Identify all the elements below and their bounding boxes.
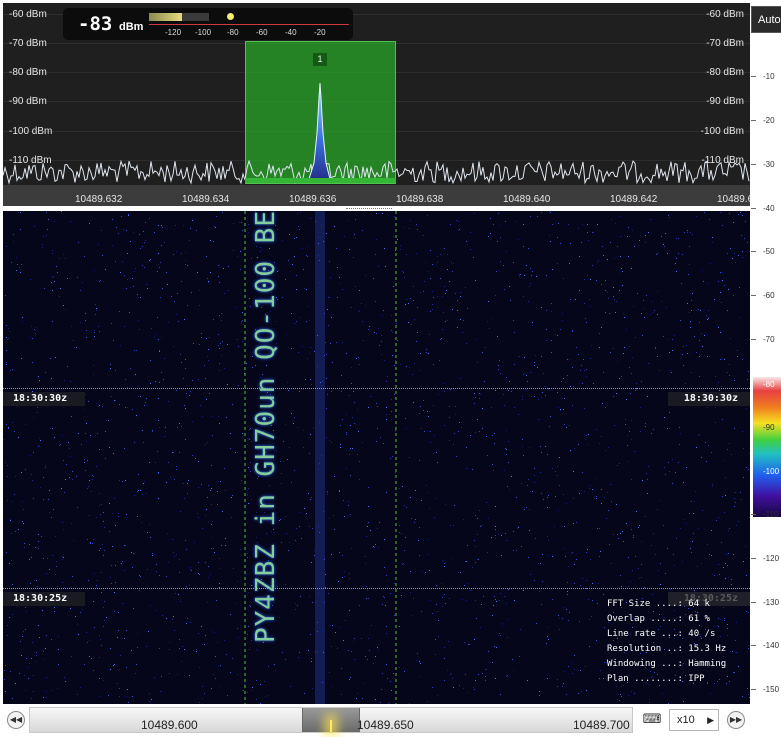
time-label-left: 18:30:25z: [3, 592, 85, 606]
time-marker-line: [3, 588, 750, 589]
info-value: 40 /s: [688, 629, 716, 639]
scale-label: -60: [763, 291, 775, 300]
keyboard-icon[interactable]: ⌨: [641, 710, 663, 728]
scale-label: -140: [763, 641, 780, 650]
freq-label: 10489.638: [396, 194, 444, 205]
scale-tick: [751, 120, 756, 121]
level-scale-panel: Auto -10 -20 -30 -40 -50 -60 -70 -80 -90…: [751, 3, 781, 707]
level-scale-label: -100: [195, 28, 212, 37]
level-value: -83: [78, 13, 113, 35]
waterfall-display[interactable]: PY4ZBZ in GH70un QO-100 BEACON 18:30:30z…: [3, 211, 750, 704]
scale-tick: [751, 645, 756, 646]
level-scale-label: -120: [165, 28, 182, 37]
info-row-fft-size: FFT Size ....: 64 k: [607, 597, 726, 612]
freq-label: 10489.636: [289, 194, 337, 205]
info-value: 15.3 Hz: [688, 644, 727, 654]
overview-signal-marker: [330, 720, 332, 732]
bottom-toolbar: ◀◀ 10489.600 10489.650 10489.700 ⌨ x10 ▶…: [3, 704, 781, 737]
skip-forward-icon[interactable]: ▶▶: [727, 711, 745, 729]
scale-tick: [751, 251, 756, 252]
time-marker-line: [3, 388, 750, 389]
scale-tick: [751, 514, 756, 515]
beacon-message: PY4ZBZ in GH70un QO-100 BEACON: [251, 211, 281, 643]
time-label-right: 18:30:30z: [668, 392, 750, 406]
scale-label: -70: [763, 335, 775, 344]
scale-tick: [751, 558, 756, 559]
scale-tick: [751, 339, 756, 340]
scale-label: -50: [763, 247, 775, 256]
scale-label: -110: [763, 510, 779, 519]
freq-label: 10489.642: [610, 194, 658, 205]
color-bar-label: -90: [763, 423, 775, 432]
passband-foot: [245, 178, 396, 183]
info-value: 64 k: [688, 599, 710, 609]
color-scale-bar[interactable]: [753, 377, 781, 517]
frequency-ruler[interactable]: 10489.632 10489.634 10489.636 10489.638 …: [3, 185, 750, 206]
info-label: Overlap .....:: [607, 614, 683, 624]
signal-peak: [308, 82, 331, 180]
skip-back-icon[interactable]: ◀◀: [7, 711, 25, 729]
overview-freq-label: 10489.600: [141, 718, 198, 732]
scale-tick: [751, 164, 756, 165]
scale-label: -10: [763, 72, 775, 81]
info-row-line-rate: Line rate ...: 40 /s: [607, 627, 726, 642]
info-label: Resolution ..:: [607, 644, 683, 654]
scale-tick: [751, 295, 756, 296]
zoom-select[interactable]: x10 ▶: [669, 709, 719, 731]
level-scale-label: -60: [256, 28, 268, 37]
freq-label: 10489.6: [717, 194, 750, 205]
overview-freq-label: 10489.650: [357, 718, 414, 732]
sdr-app: -60 dBm -70 dBm -80 dBm -90 dBm -100 dBm…: [0, 0, 781, 737]
signal-level-meter: -83 dBm -120 -100 -80 -60 -40 -20: [63, 8, 353, 40]
freq-label: 10489.632: [75, 194, 123, 205]
scale-label: -30: [763, 160, 775, 169]
time-label-left: 18:30:30z: [3, 392, 85, 406]
info-label: Plan ........:: [607, 674, 683, 684]
overview-ruler[interactable]: 10489.600 10489.650 10489.700: [29, 707, 633, 733]
info-label: FFT Size ....:: [607, 599, 683, 609]
scale-tick: [751, 689, 756, 690]
info-value: IPP: [688, 674, 705, 684]
scale-label: -20: [763, 116, 775, 125]
info-row-resolution: Resolution ..: 15.3 Hz: [607, 642, 726, 657]
level-bar-fill: [149, 13, 182, 21]
overview-freq-label: 10489.700: [573, 718, 630, 732]
splitter-grip-icon[interactable]: [346, 208, 392, 209]
level-unit: dBm: [119, 21, 144, 33]
fft-info-panel: FFT Size ....: 64 k Overlap .....: 61 % …: [607, 597, 726, 687]
color-bar-label: -80: [763, 380, 775, 389]
spectrum-display[interactable]: -60 dBm -70 dBm -80 dBm -90 dBm -100 dBm…: [3, 3, 750, 206]
peak-dot-icon: [227, 13, 234, 20]
freq-label: 10489.634: [182, 194, 230, 205]
scale-tick: [751, 208, 756, 209]
info-row-overlap: Overlap .....: 61 %: [607, 612, 726, 627]
info-label: Line rate ...:: [607, 629, 683, 639]
scale-label: -130: [763, 598, 780, 607]
scale-tick: [751, 602, 756, 603]
zoom-value: x10: [677, 714, 695, 726]
scale-tick: [751, 76, 756, 77]
level-scale-label: -20: [314, 28, 326, 37]
scale-label: -120: [763, 554, 780, 563]
info-value: 61 %: [688, 614, 710, 624]
auto-scale-button[interactable]: Auto: [751, 6, 781, 33]
color-bar-label: -100: [763, 467, 780, 476]
info-label: Windowing ...:: [607, 659, 683, 669]
scale-label: -40: [763, 204, 775, 213]
level-scale-label: -40: [285, 28, 297, 37]
caret-right-icon: ▶: [707, 715, 714, 725]
scale-label: -150: [763, 685, 780, 694]
level-scale-label: -80: [227, 28, 239, 37]
info-row-plan: Plan ........: IPP: [607, 672, 726, 687]
level-scale-line: [149, 24, 349, 25]
info-row-windowing: Windowing ...: Hamming: [607, 657, 726, 672]
info-value: Hamming: [688, 659, 727, 669]
freq-label: 10489.640: [503, 194, 551, 205]
